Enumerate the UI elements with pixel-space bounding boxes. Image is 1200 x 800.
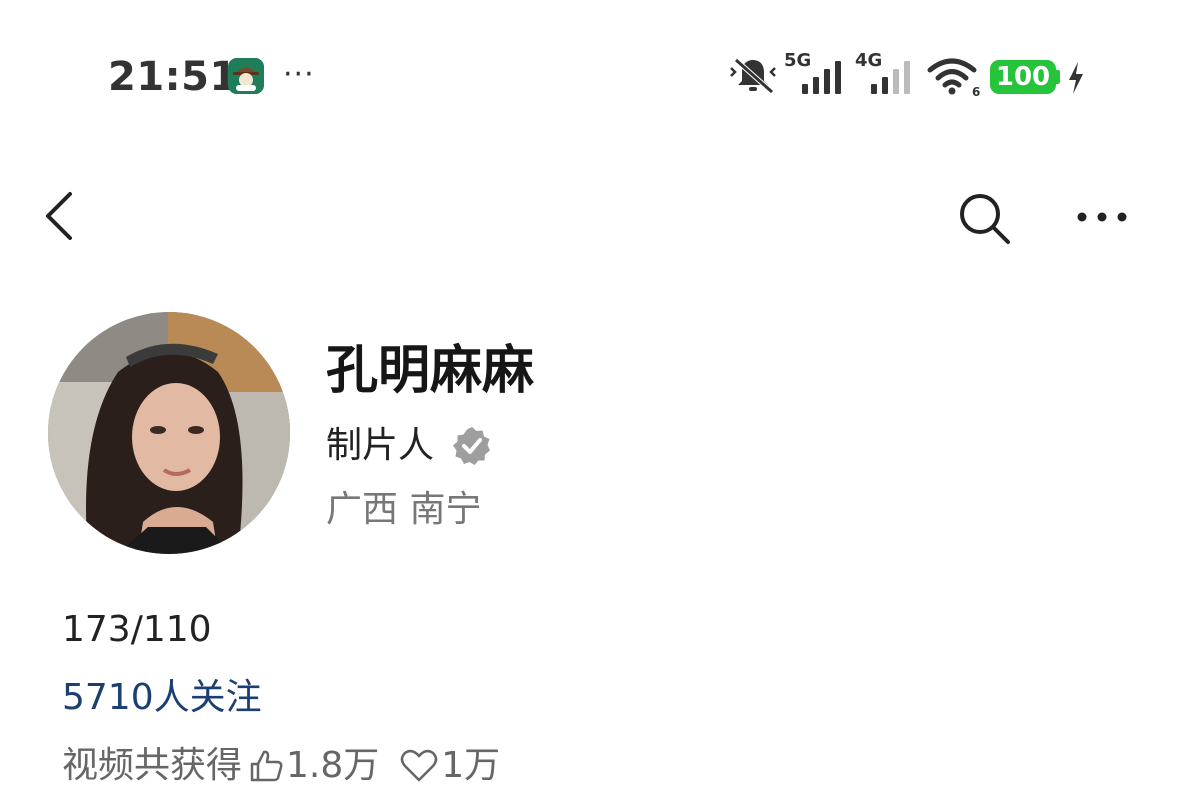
- status-more-dots: ···: [283, 57, 315, 92]
- profile-name: 孔明麻麻: [326, 341, 535, 401]
- profile-bio: 173/110: [62, 609, 212, 650]
- stats-row: 视频共获得 1.8万 1万: [62, 738, 500, 794]
- more-button[interactable]: [1074, 200, 1134, 234]
- search-button[interactable]: [956, 190, 1014, 248]
- stats-label: 视频共获得: [62, 745, 243, 786]
- wifi-icon: 6: [927, 58, 980, 98]
- verified-icon: [453, 427, 491, 465]
- followers-count-link[interactable]: 5710人关注: [62, 672, 262, 724]
- app-icon: [228, 58, 264, 94]
- back-button[interactable]: [38, 186, 88, 246]
- back-icon: [46, 192, 72, 240]
- charging-icon: [1069, 62, 1083, 94]
- more-icon: [1077, 212, 1127, 222]
- likes-count: 1.8万: [286, 745, 380, 786]
- avatar[interactable]: [48, 312, 290, 554]
- favorites-count: 1万: [441, 745, 501, 786]
- search-icon: [960, 194, 1010, 244]
- profile-title-row: 制片人: [326, 418, 494, 474]
- signal-icon: [871, 61, 910, 94]
- profile-title: 制片人: [326, 425, 435, 466]
- svg-text:6: 6: [972, 85, 980, 98]
- bell-mute-icon: [730, 58, 776, 94]
- signal-icon: [802, 61, 841, 94]
- battery-tip: [1056, 70, 1060, 84]
- thumb-up-icon: [250, 750, 283, 782]
- heart-icon: [401, 749, 438, 782]
- profile-location: 广西 南宁: [326, 489, 482, 530]
- status-time: 21:51: [108, 54, 238, 100]
- battery-icon: 100: [990, 60, 1056, 94]
